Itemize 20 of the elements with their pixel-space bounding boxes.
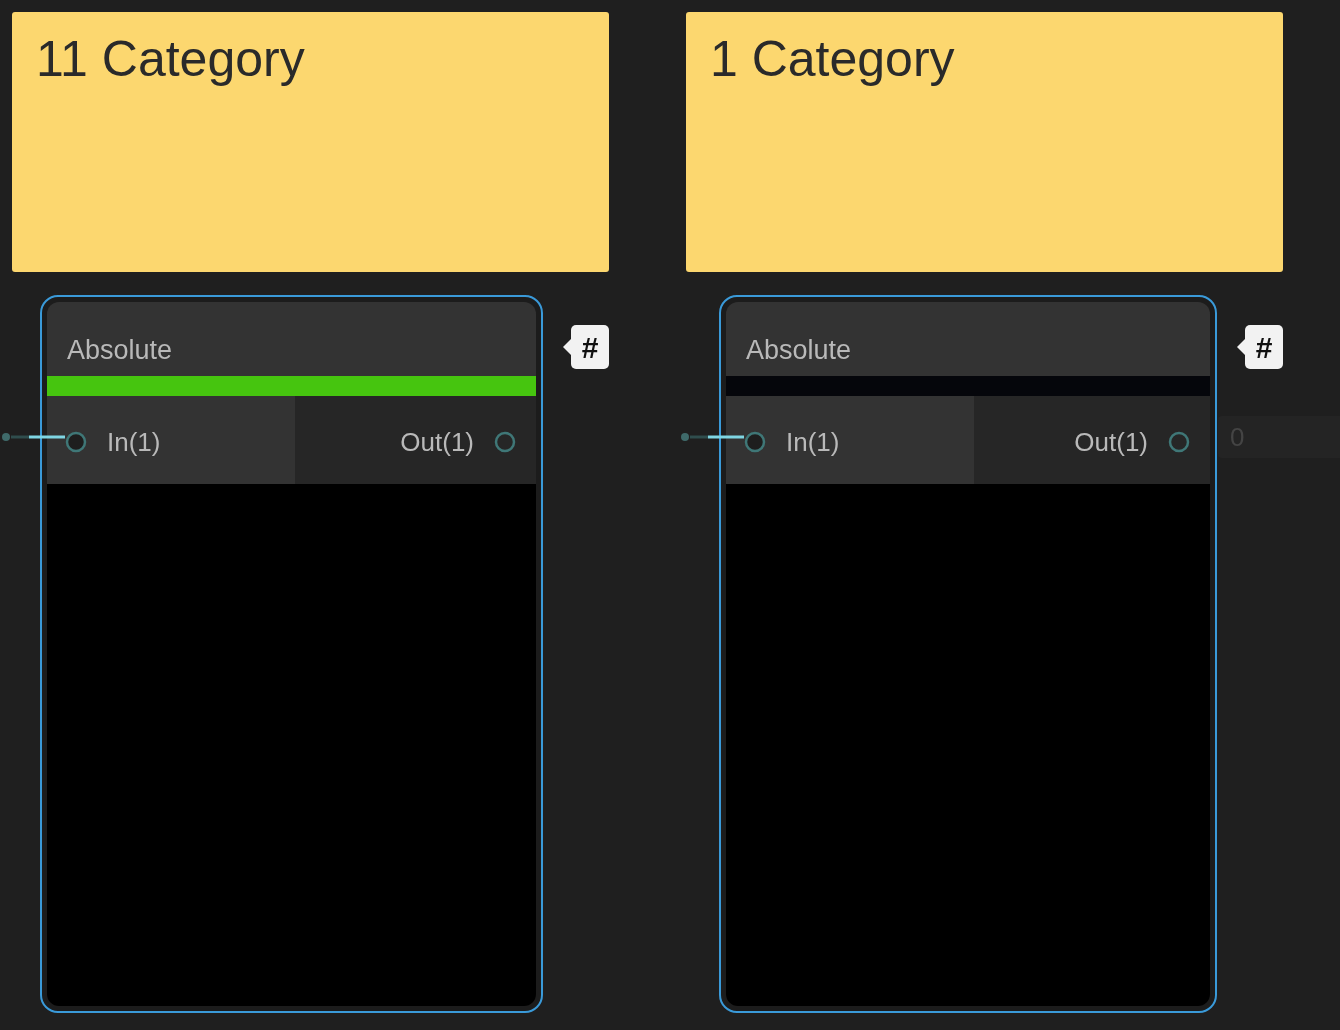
port-label: Out(1) — [1074, 425, 1148, 459]
port-icon[interactable] — [744, 431, 766, 453]
pointer-icon — [1237, 339, 1245, 355]
port-icon[interactable] — [1168, 431, 1190, 453]
sticky-note[interactable]: 1 Category — [686, 12, 1283, 272]
note-title: 1 Category — [710, 31, 955, 87]
port-label: Out(1) — [400, 425, 474, 459]
sticky-note[interactable]: 11 Category — [12, 12, 609, 272]
node-title: Absolute — [746, 333, 852, 367]
pointer-icon — [563, 339, 571, 355]
note-title: 11 Category — [36, 31, 305, 87]
port-label: In(1) — [107, 425, 161, 459]
node-title: Absolute — [67, 333, 173, 367]
wire-stub-icon — [0, 430, 65, 444]
type-badge: # — [571, 325, 609, 369]
port-icon[interactable] — [65, 431, 87, 453]
type-badge: # — [1245, 325, 1283, 369]
wire-stub-icon — [678, 430, 744, 444]
port-icon[interactable] — [494, 431, 516, 453]
port-label: In(1) — [786, 425, 840, 459]
